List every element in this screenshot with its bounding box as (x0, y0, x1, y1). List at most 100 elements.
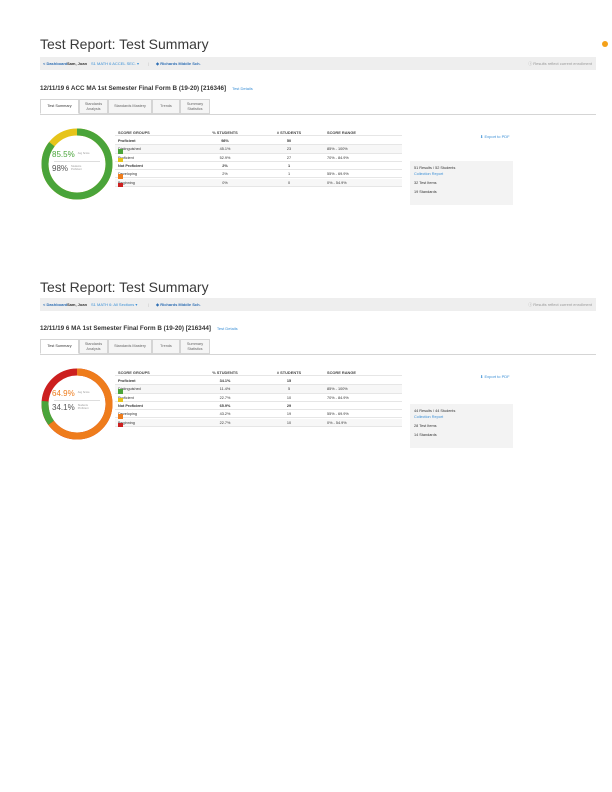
test-name-text: 12/11/19 6 ACC MA 1st Semester Final For… (40, 85, 227, 92)
export-pdf-button[interactable]: ⬇ Export to PDF (480, 134, 510, 139)
percent-students: 52.9% (219, 155, 231, 160)
score-group-label: Beginning (118, 181, 135, 187)
count-students: 27 (286, 155, 292, 160)
column-header: # STUDENTS (276, 130, 302, 135)
score-range: 0% - 54.9% (327, 180, 347, 185)
score-range: 0% - 54.9% (327, 420, 347, 425)
proficient-value: 98% (52, 164, 69, 173)
notification-dot[interactable] (602, 41, 608, 47)
dashboard-back-link[interactable]: < Dashboard (43, 302, 67, 307)
test-details-link[interactable]: Test Details (232, 86, 253, 91)
count-students: 15 (286, 379, 292, 383)
score-range: 70% - 84.9% (327, 155, 349, 160)
score-range: 55% - 69.9% (327, 172, 349, 177)
tab-trends[interactable]: Trends (152, 339, 180, 354)
page-title: Test Report: Test Summary (40, 36, 209, 52)
percent-students: 43.2% (219, 412, 231, 417)
group-row: Proficient 98% 50 (115, 137, 402, 146)
course-selector[interactable]: S1 MATH 6 ACCEL SEC. ▾ (91, 61, 139, 66)
count-students: 19 (286, 412, 292, 417)
school-link[interactable]: ◆ Richards Middle Sch. (156, 302, 201, 307)
tab-summary-statistics[interactable]: Summary Statistics (180, 99, 210, 114)
avg-score-value: 85.5% (52, 150, 75, 159)
test-items-count: 28 Test Items (414, 424, 437, 428)
course-selector[interactable]: S1 MATH 6: All Sections ▾ (91, 302, 137, 307)
report-tabs: Test Summary Standards Analysis Standard… (40, 339, 210, 354)
test-name-text: 12/11/19 6 MA 1st Semester Final Form B … (40, 325, 211, 332)
count-students: 50 (286, 139, 292, 143)
avg-score-value: 64.9% (52, 389, 75, 398)
standards-count: 14 Standards (414, 433, 437, 437)
tab-divider (40, 354, 596, 355)
table-row: Proficient 22.7% 10 70% - 84.9% (115, 394, 402, 403)
column-header: SCORE GROUPS (118, 130, 150, 135)
export-pdf-button[interactable]: ⬇ Export to PDF (480, 374, 510, 379)
score-group-label: Proficient (118, 139, 136, 143)
score-group-label: Proficient (118, 156, 134, 163)
dashboard-back-link[interactable]: < Dashboard (43, 61, 67, 66)
collection-report-link[interactable]: Collection Report (414, 415, 443, 419)
tab-standards-analysis[interactable]: Standards Analysis (79, 339, 108, 354)
table-row: Proficient 52.9% 27 70% - 84.9% (115, 154, 402, 163)
percent-students: 2% (222, 163, 228, 168)
column-header: SCORE GROUPS (118, 370, 150, 375)
test-items-count: 32 Test Items (414, 181, 437, 185)
score-group-label: Distinguished (118, 147, 141, 154)
tab-summary-statistics[interactable]: Summary Statistics (180, 339, 210, 354)
percent-students: 98% (221, 139, 229, 143)
group-row: Proficient 34.1% 15 (115, 377, 402, 386)
proficient-kpi: 34.1% Students Proficient (52, 403, 102, 412)
tab-divider (40, 114, 596, 115)
color-swatch (118, 182, 123, 187)
summary-panel: 51 Results / 52 Students Collection Repo… (410, 161, 513, 205)
avg-score-kpi: 64.9% Avg Score (52, 389, 102, 398)
results-count: 51 Results / 52 Students (414, 166, 456, 170)
teacher-name: Sam, Joan (67, 61, 88, 66)
report-tabs: Test Summary Standards Analysis Standard… (40, 99, 210, 114)
score-group-name: Proficient (118, 139, 136, 143)
toolbar-separator: | (148, 61, 150, 66)
collection-report-link[interactable]: Collection Report (414, 172, 443, 176)
tab-standards-mastery[interactable]: Standards Mastery (108, 339, 152, 354)
column-header: SCORE RANGE (327, 370, 356, 375)
count-students: 10 (286, 420, 292, 425)
score-group-name: Not Proficient (118, 403, 143, 408)
percent-students: 2% (222, 172, 228, 177)
enrollment-note: ⓘ Results reflect current enrollment (528, 302, 592, 307)
count-students: 23 (286, 147, 292, 152)
percent-students: 0% (222, 180, 228, 185)
proficient-label: Students Proficient (77, 403, 89, 410)
table-row: Distinguished 45.1% 23 85% - 100% (115, 145, 402, 154)
tab-test-summary[interactable]: Test Summary (40, 339, 79, 354)
percent-students: 45.1% (219, 147, 231, 152)
table-header-row: SCORE GROUPS % STUDENTS # STUDENTS SCORE RA… (115, 128, 402, 137)
tab-trends[interactable]: Trends (152, 99, 180, 114)
percent-students: 22.7% (219, 395, 231, 400)
score-range: 70% - 84.9% (327, 395, 349, 400)
score-group-label: Distinguished (118, 387, 141, 394)
percent-students: 11.4% (219, 387, 231, 392)
proficient-value: 34.1% (52, 403, 75, 412)
group-row: Not Proficient 2% 1 (115, 162, 402, 171)
test-details-link[interactable]: Test Details (217, 326, 238, 331)
enrollment-note: ⓘ Results reflect current enrollment (528, 61, 592, 66)
count-students: 1 (287, 163, 291, 168)
test-name: 12/11/19 6 MA 1st Semester Final Form B … (40, 325, 238, 332)
score-group-label: Not Proficient (118, 404, 143, 408)
score-group-label: Developing (118, 412, 137, 419)
results-count: 44 Results / 44 Students (414, 409, 456, 413)
report-toolbar: < Dashboard Sam, Joan S1 MATH 6 ACCEL SE… (40, 57, 596, 70)
score-group-label: Beginning (118, 421, 135, 427)
count-students: 0 (287, 180, 291, 185)
school-link[interactable]: ◆ Richards Middle Sch. (156, 61, 201, 66)
column-header: % STUDENTS (212, 130, 238, 135)
proficient-kpi: 98% Students Proficient (52, 164, 102, 173)
test-name: 12/11/19 6 ACC MA 1st Semester Final For… (40, 85, 253, 92)
tab-standards-analysis[interactable]: Standards Analysis (79, 99, 108, 114)
table-row: Beginning 0% 0 0% - 54.9% (115, 178, 402, 187)
tab-standards-mastery[interactable]: Standards Mastery (108, 99, 152, 114)
tab-test-summary[interactable]: Test Summary (40, 99, 79, 114)
kpi-divider (54, 161, 100, 162)
score-range: 55% - 69.9% (327, 412, 349, 417)
count-students: 5 (287, 387, 291, 392)
